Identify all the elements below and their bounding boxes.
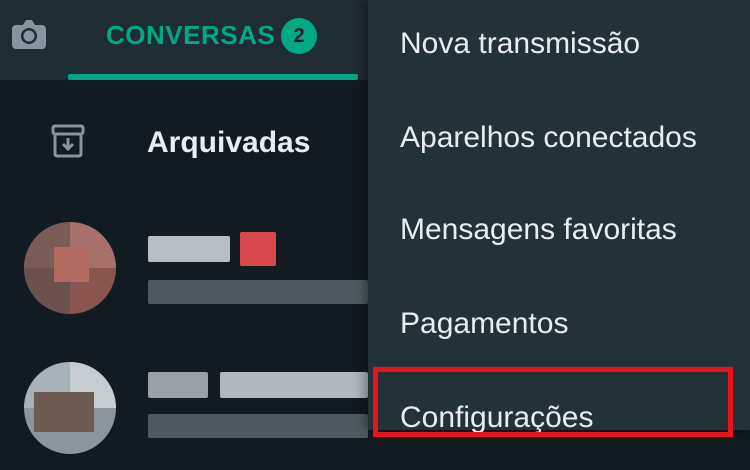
tab-indicator (68, 74, 358, 80)
archived-label: Arquivadas (147, 126, 311, 159)
avatar (24, 222, 116, 314)
overflow-menu: Nova transmissão Aparelhos conectados Me… (368, 0, 750, 434)
archived-row[interactable]: Arquivadas (0, 96, 368, 188)
avatar (24, 362, 116, 454)
emoji (240, 232, 276, 266)
menu-item-label: Mensagens favoritas (400, 213, 677, 246)
tab-conversas[interactable]: CONVERSAS 2 (68, 0, 358, 80)
list-item[interactable] (0, 212, 368, 314)
menu-item-label: Pagamentos (400, 307, 569, 340)
unread-badge: 2 (281, 18, 317, 54)
last-message (148, 414, 368, 438)
contact-name (148, 372, 208, 398)
tab-label: CONVERSAS (106, 20, 276, 50)
list-item[interactable] (0, 358, 368, 458)
menu-item-mensagens-favoritas[interactable]: Mensagens favoritas (368, 190, 750, 282)
menu-item-nova-transmissao[interactable]: Nova transmissão (368, 4, 750, 96)
contact-name (148, 236, 230, 262)
archive-icon (50, 123, 86, 159)
menu-item-label: Aparelhos conectados (400, 121, 697, 154)
highlight-box (373, 367, 733, 437)
contact-name (220, 372, 368, 398)
menu-item-aparelhos-conectados[interactable]: Aparelhos conectados (368, 98, 750, 190)
menu-item-label: Nova transmissão (400, 27, 641, 60)
camera-icon[interactable] (10, 17, 48, 51)
last-message (148, 280, 368, 304)
menu-item-pagamentos[interactable]: Pagamentos (368, 284, 750, 376)
